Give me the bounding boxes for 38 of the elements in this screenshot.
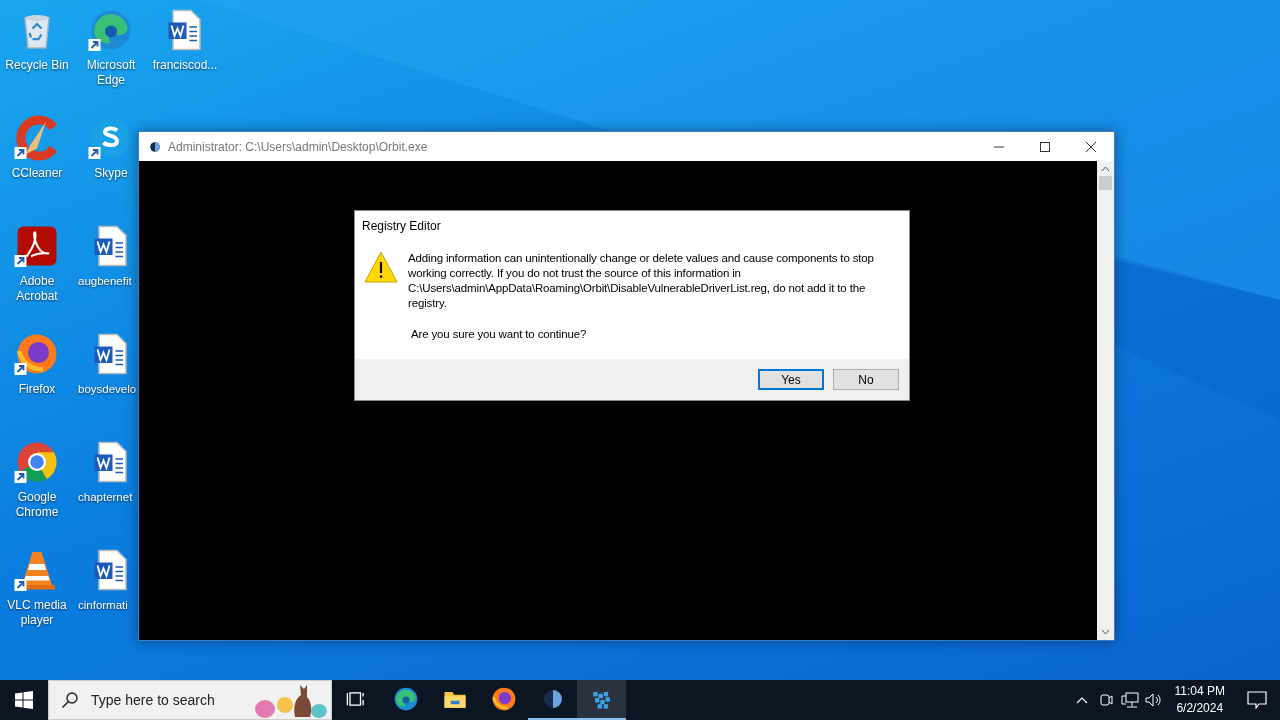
confirm-question: Are you sure you want to continue? <box>411 327 588 342</box>
camera-icon[interactable] <box>1098 692 1113 708</box>
icon-label[interactable]: Microsoft Edge <box>78 58 144 88</box>
close-icon[interactable] <box>1086 141 1096 152</box>
dialog-button[interactable]: No <box>833 369 899 390</box>
search-field[interactable]: Type here to search <box>89 691 251 709</box>
icon-label[interactable]: Google Chrome <box>4 490 70 520</box>
icon-label[interactable]: Firefox <box>18 382 56 397</box>
warning-icon <box>364 251 398 283</box>
icon-label[interactable]: boysdevelo <box>78 382 137 397</box>
maximize-icon[interactable] <box>1040 141 1050 152</box>
speaker-icon[interactable] <box>1144 692 1163 708</box>
fox-logo-icon[interactable] <box>489 685 518 713</box>
scrollbar[interactable] <box>1097 161 1114 640</box>
network-icon[interactable] <box>1120 692 1139 708</box>
warning-message: Adding information can unintentionally change or delete values and cause components to stop working correctly. If you do not trust the source of this information in C:\Users\admin\AppData\Roaming\Orbit\DisableVulnerableDriverList.reg, do not add it to the registry. <box>408 251 875 311</box>
icon-label[interactable]: augbenefit <box>78 274 132 289</box>
icon-label[interactable]: franciscod... <box>152 58 218 73</box>
icon-label[interactable]: CCleaner <box>11 166 63 181</box>
icon-label[interactable]: Adobe Acrobat <box>4 274 70 304</box>
dialog-button[interactable]: Yes <box>758 369 824 390</box>
cubes-taskbar-button[interactable] <box>577 680 626 720</box>
half-circle-icon <box>148 139 162 154</box>
clock-date[interactable]: 6/2/2024 <box>1176 700 1224 717</box>
search-icon <box>61 691 79 709</box>
icon-label[interactable]: chapternet <box>78 490 133 505</box>
windows-logo-icon[interactable] <box>15 691 33 709</box>
icon-label[interactable]: Recycle Bin <box>5 58 69 73</box>
icon-label[interactable]: VLC media player <box>4 598 70 628</box>
notification-icon[interactable] <box>1247 691 1267 709</box>
icon-label[interactable]: cinformati <box>78 598 128 613</box>
dialog-title: Registry Editor <box>361 218 442 233</box>
chevron-up-icon[interactable] <box>1075 696 1088 704</box>
clock-time[interactable]: 11:04 PM <box>1174 683 1225 700</box>
icon-label[interactable]: Skype <box>94 166 128 181</box>
window-title: Administrator: C:\Users\admin\Desktop\Orbit.exe <box>168 139 429 154</box>
scroll-thumb[interactable] <box>1099 176 1112 190</box>
search-bar[interactable]: Type here to search <box>48 680 332 720</box>
